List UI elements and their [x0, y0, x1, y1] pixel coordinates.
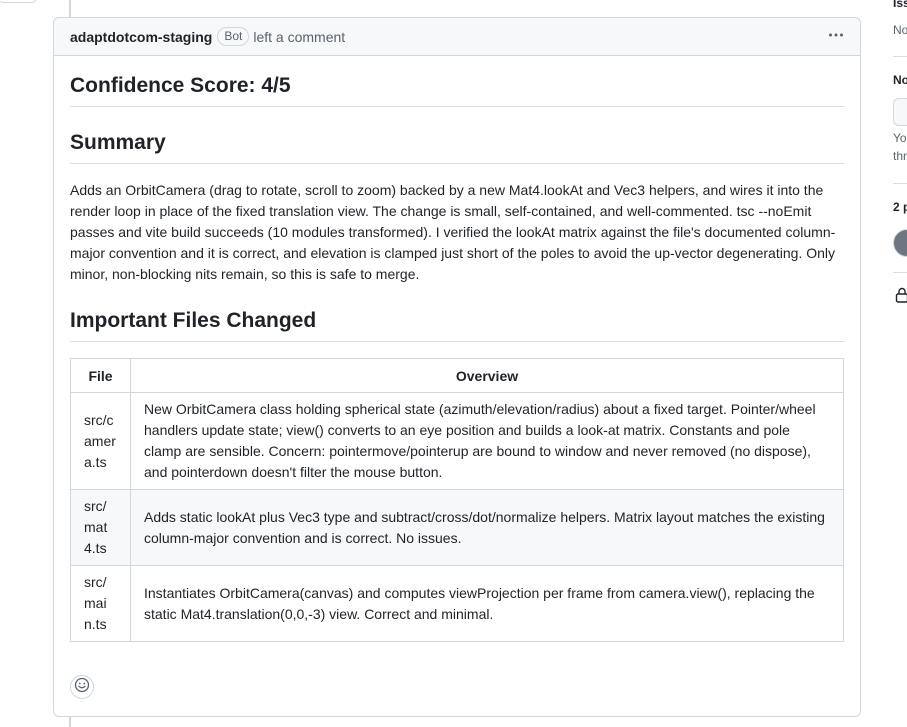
comment-header: adaptdotcom-staging Bot left a comment	[54, 18, 860, 56]
column-header-file: File	[70, 358, 131, 393]
add-reaction-button[interactable]	[70, 675, 94, 699]
timeline-line	[69, 716, 71, 727]
sidebar-heading: Iss	[893, 0, 907, 10]
participants-heading: 2 p	[893, 200, 907, 214]
sidebar-heading[interactable]: No	[893, 73, 907, 87]
overview-cell: Adds static lookAt plus Vec3 type and su…	[130, 489, 844, 566]
sidebar-note: thr	[893, 149, 907, 163]
table-row: src/main.ts Instantiates OrbitCamera(can…	[70, 565, 844, 642]
comment-body: Confidence Score: 4/5 Summary Adds an Or…	[54, 74, 860, 642]
sidebar-divider	[893, 183, 907, 184]
bot-badge: Bot	[217, 27, 250, 46]
table-row: src/camera.ts New OrbitCamera class hold…	[70, 392, 844, 490]
bot-comment: adaptdotcom-staging Bot left a comment C…	[53, 17, 861, 717]
sidebar-note: Yo	[893, 131, 907, 145]
sidebar-divider	[893, 272, 907, 273]
comment-author-link[interactable]: adaptdotcom-staging	[70, 29, 212, 45]
file-cell: src/main.ts	[70, 565, 131, 642]
overview-cell: Instantiates OrbitCamera(canvas) and com…	[130, 565, 844, 642]
previous-element-edge	[0, 0, 37, 3]
right-sidebar: Iss No No Yo thr 2 p	[890, 0, 907, 727]
avatar[interactable]	[893, 229, 907, 257]
comment-action-text: left a comment	[253, 28, 346, 45]
table-header-row: File Overview	[70, 358, 844, 393]
column-header-overview: Overview	[130, 358, 844, 393]
files-table: File Overview src/camera.ts New OrbitCam…	[70, 358, 844, 642]
lock-icon[interactable]	[895, 287, 907, 306]
summary-paragraph: Adds an OrbitCamera (drag to rotate, scr…	[70, 182, 836, 282]
timeline-line	[69, 0, 71, 17]
sidebar-select[interactable]	[893, 98, 907, 126]
overview-cell: New OrbitCamera class holding spherical …	[130, 392, 844, 490]
summary-heading: Summary	[70, 131, 844, 164]
kebab-horizontal-icon[interactable]	[828, 27, 844, 47]
confidence-score-heading: Confidence Score: 4/5	[70, 74, 844, 107]
file-cell: src/camera.ts	[70, 392, 131, 490]
sidebar-divider	[893, 56, 907, 57]
smiley-icon	[74, 677, 90, 698]
table-row: src/mat4.ts Adds static lookAt plus Vec3…	[70, 489, 844, 566]
sidebar-value: No	[893, 23, 907, 37]
files-changed-heading: Important Files Changed	[70, 309, 844, 342]
file-cell: src/mat4.ts	[70, 489, 131, 566]
